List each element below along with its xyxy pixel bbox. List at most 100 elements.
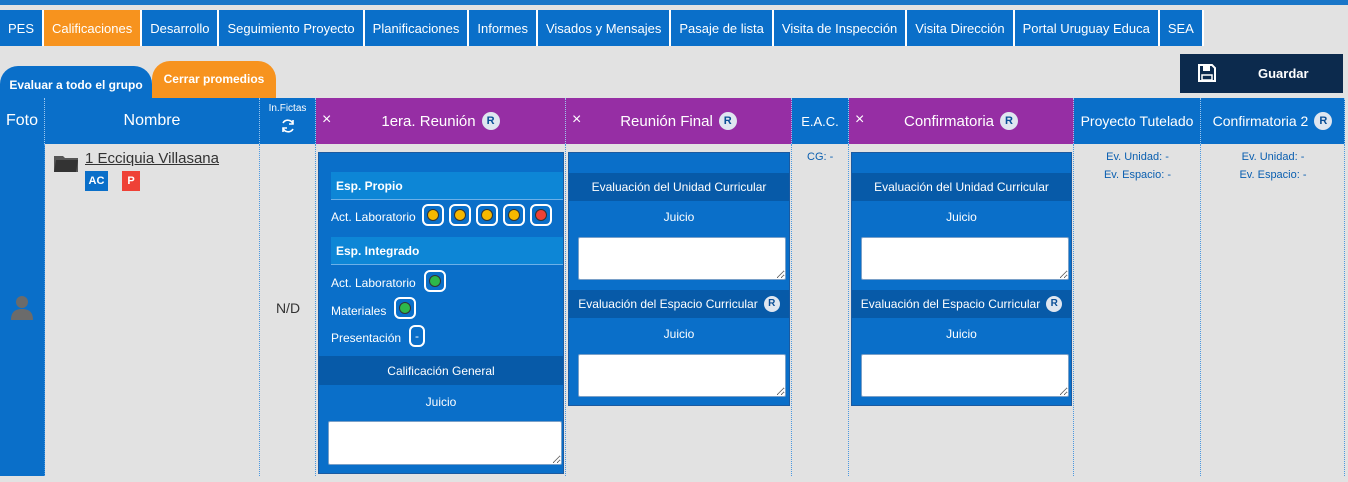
col-confirmatoria: × Confirmatoria R: [849, 98, 1074, 144]
esp-integrado-header: Esp. Integrado: [331, 237, 563, 265]
col-final-meeting-label: Reunión Final: [620, 112, 713, 130]
juicio-bar: Juicio: [569, 320, 789, 348]
tab-pes[interactable]: PES: [0, 10, 45, 46]
close-icon[interactable]: ×: [855, 111, 864, 129]
juicio-textarea[interactable]: [578, 354, 786, 397]
tab-visita-direccion[interactable]: Visita Dirección: [907, 10, 1015, 46]
refresh-icon[interactable]: [280, 118, 296, 134]
eval-unidad-bar: Evaluación del Unidad Curricular: [569, 173, 789, 201]
eval-espacio-bar: Evaluación del Espacio Curricular R: [569, 290, 789, 318]
evaluate-group-tab[interactable]: Evaluar a todo el grupo: [0, 66, 152, 100]
r-badge[interactable]: R: [763, 296, 780, 312]
grade-dot-fill: [481, 209, 493, 221]
r-badge[interactable]: R: [718, 112, 737, 130]
grades-table-header: Foto Nombre In.Fictas × 1era. Reunión R …: [0, 98, 1345, 144]
proyecto-tutelado-cell: Ev. Unidad: - Ev. Espacio: -: [1074, 144, 1201, 476]
eval-espacio-label: Evaluación del Espacio Curricular: [860, 297, 1041, 311]
r-badge[interactable]: R: [1000, 112, 1019, 130]
floppy-disk-icon: [1198, 64, 1216, 82]
first-meeting-cell: Esp. Propio Act. Laboratorio Esp. Integr…: [316, 144, 566, 476]
tab-informes[interactable]: Informes: [469, 10, 538, 46]
tab-seguimiento-proyecto[interactable]: Seguimiento Proyecto: [219, 10, 365, 46]
save-button[interactable]: Guardar: [1180, 54, 1343, 93]
juicio-textarea[interactable]: [861, 354, 1069, 397]
col-final-meeting: × Reunión Final R: [566, 98, 792, 144]
grade-dot-materiales[interactable]: [394, 297, 416, 319]
name-cell: 1 Ecciquia Villasana AC P: [45, 144, 260, 476]
confirmatoria-panel: Evaluación del Unidad Curricular Juicio …: [851, 152, 1072, 406]
act-lab-label: Act. Laboratorio: [331, 210, 416, 224]
user-icon: [11, 296, 33, 320]
tab-desarrollo[interactable]: Desarrollo: [142, 10, 220, 46]
p-badge[interactable]: P: [122, 171, 140, 191]
col-proyecto-tutelado: Proyecto Tutelado: [1074, 98, 1201, 144]
tab-sea[interactable]: SEA: [1159, 10, 1204, 46]
materiales-label: Materiales: [331, 304, 387, 318]
col-first-meeting-label: 1era. Reunión: [381, 112, 476, 130]
ac-badge[interactable]: AC: [85, 171, 108, 191]
grade-dot[interactable]: [449, 204, 471, 226]
col-in-fictas: In.Fictas: [260, 98, 316, 144]
ev-unidad-value: Ev. Unidad: -: [1106, 151, 1169, 163]
ev-espacio-value: Ev. Espacio: -: [1239, 169, 1307, 181]
confirmatoria-2-cell: Ev. Unidad: - Ev. Espacio: -: [1201, 144, 1345, 476]
col-foto: Foto: [0, 98, 45, 144]
tab-visados-mensajes[interactable]: Visados y Mensajes: [537, 10, 672, 46]
close-icon[interactable]: ×: [572, 111, 581, 129]
close-icon[interactable]: ×: [322, 111, 331, 129]
r-badge[interactable]: R: [481, 112, 500, 130]
juicio-bar: Juicio: [569, 203, 789, 231]
grade-dot[interactable]: [476, 204, 498, 226]
juicio-textarea[interactable]: [861, 237, 1069, 280]
r-badge[interactable]: R: [1314, 112, 1333, 130]
grade-dot[interactable]: [503, 204, 525, 226]
photo-cell: [0, 144, 45, 476]
tab-calificaciones[interactable]: Calificaciones: [44, 10, 143, 46]
juicio-bar: Juicio: [319, 388, 563, 416]
juicio-bar: Juicio: [852, 320, 1071, 348]
r-badge[interactable]: R: [1046, 296, 1063, 312]
grade-dot[interactable]: [422, 204, 444, 226]
col-eac: E.A.C.: [792, 98, 849, 144]
final-meeting-panel: Evaluación del Unidad Curricular Juicio …: [568, 152, 790, 406]
tab-pasaje-lista[interactable]: Pasaje de lista: [671, 10, 774, 46]
eval-espacio-bar: Evaluación del Espacio Curricular R: [852, 290, 1071, 318]
grade-dot-fill: [429, 275, 441, 287]
grade-dot-fill: [454, 209, 466, 221]
eac-value: CG: -: [807, 151, 834, 163]
table-row: 1 Ecciquia Villasana AC P N/D Esp. Propi…: [0, 144, 1345, 476]
top-accent-strip: [0, 0, 1348, 5]
final-meeting-cell: Evaluación del Unidad Curricular Juicio …: [566, 144, 792, 476]
presentacion-value[interactable]: -: [409, 325, 425, 347]
col-confirmatoria-2: Confirmatoria 2 R: [1201, 98, 1345, 144]
tab-planificaciones[interactable]: Planificaciones: [364, 10, 470, 46]
confirmatoria-cell: Evaluación del Unidad Curricular Juicio …: [849, 144, 1074, 476]
calificacion-general-bar: Calificación General: [319, 356, 563, 385]
juicio-textarea[interactable]: [328, 421, 562, 465]
tab-portal-uruguay-educa[interactable]: Portal Uruguay Educa: [1014, 10, 1160, 46]
grade-dot-fill: [508, 209, 520, 221]
grade-dot-integrado[interactable]: [424, 270, 446, 292]
grade-dot-fill: [399, 302, 411, 314]
in-fictas-cell: N/D: [260, 144, 316, 476]
student-name-link[interactable]: 1 Ecciquia Villasana: [85, 150, 219, 167]
juicio-textarea[interactable]: [578, 237, 786, 280]
grade-dot[interactable]: [530, 204, 552, 226]
grade-dot-fill: [427, 209, 439, 221]
folder-icon[interactable]: [54, 154, 78, 172]
col-first-meeting: × 1era. Reunión R: [316, 98, 566, 144]
col-in-fictas-label: In.Fictas: [268, 102, 307, 114]
ev-unidad-value: Ev. Unidad: -: [1241, 151, 1305, 163]
close-averages-tab[interactable]: Cerrar promedios: [152, 61, 276, 100]
act-lab-label: Act. Laboratorio: [331, 276, 416, 290]
tab-visita-inspeccion[interactable]: Visita de Inspección: [773, 10, 908, 46]
col-confirmatoria-2-label: Confirmatoria 2: [1212, 113, 1309, 129]
juicio-bar: Juicio: [852, 203, 1071, 231]
eval-espacio-label: Evaluación del Espacio Curricular: [578, 297, 758, 311]
ev-espacio-value: Ev. Espacio: -: [1103, 169, 1172, 181]
in-fictas-value: N/D: [275, 300, 301, 316]
eval-unidad-bar: Evaluación del Unidad Curricular: [852, 173, 1071, 201]
presentacion-label: Presentación: [331, 331, 402, 345]
col-nombre: Nombre: [45, 98, 260, 144]
eac-cell: CG: -: [792, 144, 849, 476]
